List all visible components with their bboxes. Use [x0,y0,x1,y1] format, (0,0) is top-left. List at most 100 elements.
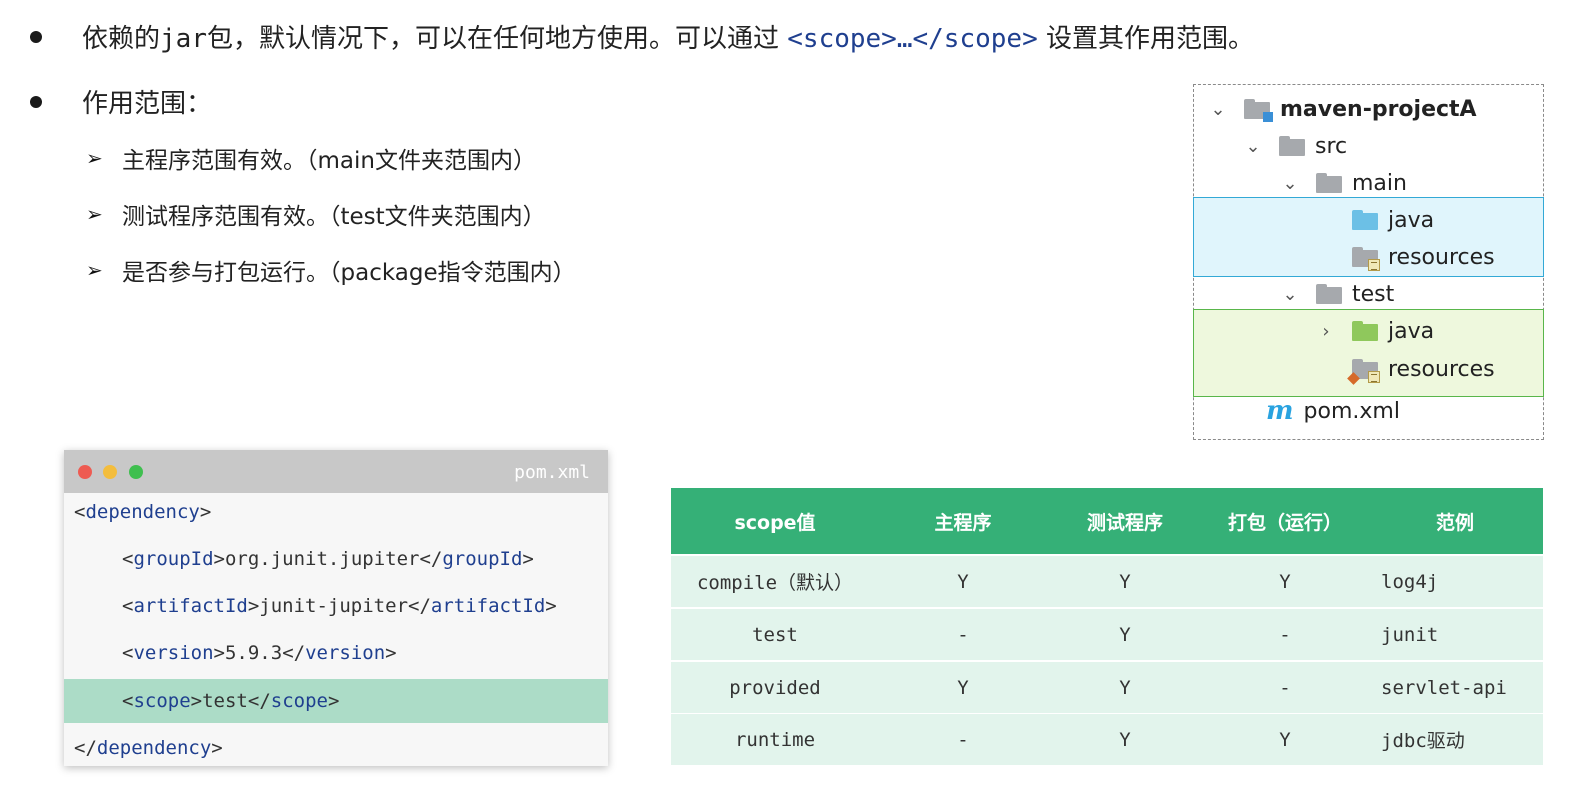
minimize-window-button[interactable] [103,465,117,479]
pom-code-window: pom.xml < dependency > < groupId > org.junit.… [64,450,608,766]
tree-node-main[interactable]: ⌄ main [1280,168,1407,198]
sub-item-text: 是否参与打包运行。（package指令范围内） [122,260,576,286]
tree-label-pom: pom.xml [1303,398,1400,424]
sub-item-package: ➢ 是否参与打包运行。（package指令范围内） [86,253,576,287]
table-cell: - [1279,676,1291,699]
bullet-dot [30,30,42,43]
chevron-down-icon[interactable]: ⌄ [1280,284,1300,305]
bullet-text-part: 依赖的 [82,24,161,54]
bullet-text: 作用范围： [82,89,213,119]
table-cell: Y [1119,728,1131,751]
code-punct: < [122,642,134,664]
code-tag: dependency [96,737,212,759]
code-tag: groupId [442,548,523,570]
code-punct: </ [247,690,271,712]
code-value: test [202,690,248,712]
column-header-example: 范例 [1435,511,1474,534]
sub-item-text: 测试程序范围有效。（test文件夹范围内） [122,204,546,230]
code-punct: > [213,642,225,664]
bullet-text-jar: jar [160,24,207,54]
code-line: < groupId > org.junit.jupiter </groupId > [64,537,608,581]
tree-label-main: main [1352,170,1407,196]
arrow-bullet-icon: ➢ [86,202,103,226]
close-window-button[interactable] [78,465,92,479]
code-tag: version [133,642,214,664]
maven-icon: m [1266,396,1294,426]
code-tag: artifactId [133,595,248,617]
folder-icon [1316,284,1342,304]
code-punct: > [385,642,397,664]
project-folder-icon [1244,99,1273,122]
code-value: org.junit.jupiter [224,548,420,570]
tree-label-src: src [1315,133,1348,159]
maximize-window-button[interactable] [129,465,143,479]
tree-node-src[interactable]: ⌄ src [1243,131,1347,161]
table-cell: Y [1119,570,1131,593]
table-row: test - Y - junit [671,609,1543,660]
code-punct: < [122,595,134,617]
tree-label-test-resources: resources [1388,356,1495,382]
code-punct: < [122,548,134,570]
code-line: < dependency > [64,490,608,534]
bullet-scope-range: 作用范围： [30,83,212,120]
code-punct: > [327,690,340,712]
code-punct: > [213,548,225,570]
chevron-down-icon[interactable]: ⌄ [1208,99,1228,120]
code-punct: </ [282,642,306,664]
table-cell: junit [1381,623,1439,646]
column-header-package: 打包（运行） [1227,511,1342,534]
code-line-highlighted: < scope > test </scope > [64,679,608,723]
table-cell: - [957,728,969,751]
tree-label-main-java: java [1388,207,1435,233]
table-cell: Y [1119,676,1131,699]
code-punct: </ [74,737,97,759]
table-row: provided Y Y - servlet-api [671,662,1543,713]
tree-label-test-java: java [1388,318,1435,344]
table-cell: Y [1119,623,1131,646]
bullet-dependency-scope: 依赖的jar包，默认情况下，可以在任何地方使用。可以通过 <scope>…</s… [30,18,1254,55]
code-punct: </ [408,595,431,617]
tree-node-main-java[interactable]: java [1352,205,1434,235]
table-cell: provided [729,676,821,699]
chevron-right-icon[interactable]: › [1316,321,1336,342]
table-cell: - [1279,623,1291,646]
table-cell: jdbc驱动 [1381,730,1465,752]
code-tag: artifactId [430,595,546,617]
tree-node-test-resources[interactable]: resources [1347,354,1495,385]
window-titlebar: pom.xml [64,450,608,493]
tree-node-test[interactable]: ⌄ test [1280,279,1394,309]
tree-node-pom[interactable]: m pom.xml [1266,396,1400,426]
code-punct: > [522,548,534,570]
test-resources-folder-icon [1347,359,1380,385]
tree-label-test: test [1352,281,1395,307]
tree-label-project: maven-projectA [1280,96,1477,122]
code-punct: < [122,690,134,712]
sub-item-main: ➢ 主程序范围有效。（main文件夹范围内） [86,141,536,175]
code-punct: </ [419,548,443,570]
tree-node-main-resources[interactable]: resources [1352,242,1495,272]
code-tag: groupId [133,548,214,570]
chevron-down-icon[interactable]: ⌄ [1280,173,1300,194]
source-folder-icon [1352,210,1378,230]
table-cell: compile（默认） [696,572,854,594]
column-header-test: 测试程序 [1086,511,1163,534]
folder-icon [1316,173,1342,193]
code-punct: > [247,595,260,617]
code-line: < artifactId > junit-jupiter </artifactId > [64,584,608,628]
chevron-down-icon[interactable]: ⌄ [1243,136,1263,157]
code-tag: scope [270,690,328,712]
code-tag: version [305,642,386,664]
tree-node-project[interactable]: ⌄ maven-projectA [1208,94,1477,124]
arrow-bullet-icon: ➢ [86,146,103,170]
table-cell: - [957,623,969,646]
code-value: junit-jupiter [259,595,409,617]
table-row: runtime - Y Y jdbc驱动 [671,714,1543,765]
code-punct: > [190,690,203,712]
table-cell: servlet-api [1381,676,1507,699]
table-cell: Y [957,570,969,593]
tree-node-test-java[interactable]: › java [1316,316,1434,346]
bullet-text: 依赖的jar包，默认情况下，可以在任何地方使用。可以通过 <scope>…</s… [82,18,1254,55]
scope-code-inline: <scope>…</scope> [787,24,1038,54]
table-row: compile（默认） Y Y Y log4j [671,556,1543,607]
code-tag: scope [133,690,191,712]
